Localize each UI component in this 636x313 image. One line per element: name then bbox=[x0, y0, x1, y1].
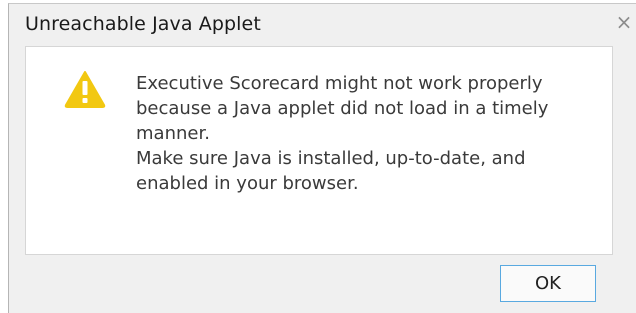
message-line-1: Executive Scorecard might not work prope… bbox=[136, 73, 549, 144]
dialog-titlebar: Unreachable Java Applet × bbox=[9, 4, 636, 46]
ok-button[interactable]: OK bbox=[500, 265, 596, 302]
unreachable-java-applet-dialog: Unreachable Java Applet × Executive Scor… bbox=[8, 3, 636, 313]
warning-triangle-icon bbox=[64, 71, 106, 108]
dialog-message: Executive Scorecard might not work prope… bbox=[136, 71, 596, 196]
dialog-title: Unreachable Java Applet bbox=[25, 13, 261, 35]
dialog-content: Executive Scorecard might not work prope… bbox=[25, 46, 613, 255]
close-icon[interactable]: × bbox=[614, 11, 634, 33]
message-line-2: Make sure Java is installed, up-to-date,… bbox=[136, 148, 526, 194]
